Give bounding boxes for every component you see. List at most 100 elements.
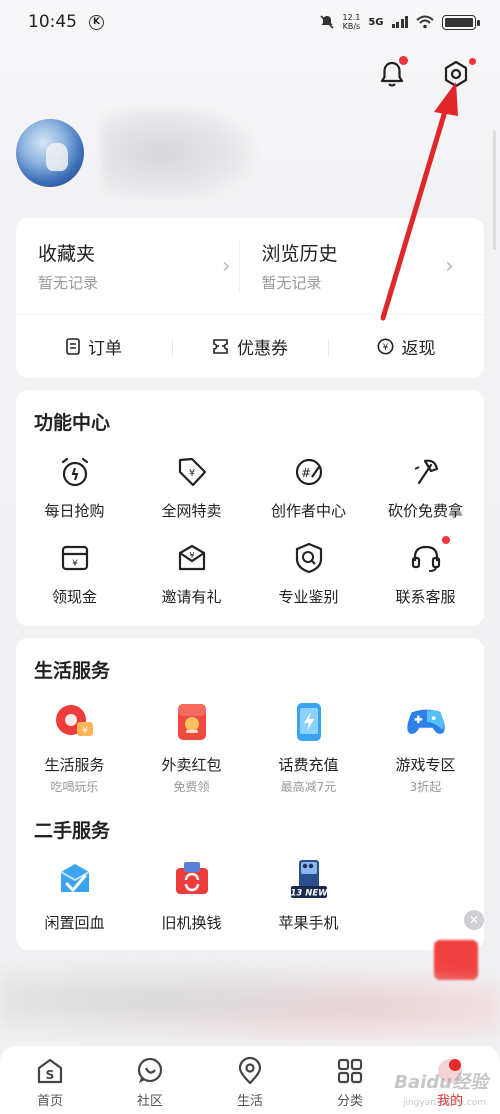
game-zone-button[interactable]: 游戏专区 3折起: [367, 700, 484, 795]
status-left: 10:45 K: [28, 12, 104, 32]
nav-home[interactable]: S 首页: [0, 1056, 100, 1114]
iphone-badge: 13 NEW: [290, 889, 328, 899]
favorites-card: 收藏夹 暂无记录 › 浏览历史 暂无记录 › 订单 优惠券 ¥ 返现: [16, 218, 484, 378]
scrollbar[interactable]: [493, 130, 496, 250]
watermark-sub: jingyan.baidu.com: [402, 1098, 486, 1108]
service-dot: [441, 536, 450, 544]
mute-icon: [319, 15, 334, 29]
status-bar: 10:45 K 12.1 KB/s 5G: [0, 0, 500, 44]
svg-text:¥: ¥: [382, 343, 388, 353]
community-icon: [137, 1057, 163, 1083]
nav-community[interactable]: 社区: [100, 1056, 200, 1114]
orders-label: 订单: [88, 339, 122, 359]
takeout-redpacket-icon: [170, 700, 214, 744]
order-icon: [66, 338, 80, 355]
notification-dot: [399, 56, 408, 65]
wifi-icon: [416, 15, 434, 29]
grid-sublabel: 吃喝玩乐: [50, 780, 99, 794]
bell-icon[interactable]: [376, 56, 408, 90]
life-services-card: 生活服务 ¥ 生活服务 吃喝玩乐 外卖红包 免费领 话费充值 最高减7元 游戏专…: [16, 638, 484, 950]
phone-recharge-icon: [287, 700, 331, 744]
bargain-free-button[interactable]: 砍价免费拿: [367, 454, 484, 521]
grid-label: 砍价免费拿: [387, 502, 463, 520]
trade-in-button[interactable]: 旧机换钱: [133, 858, 250, 933]
get-cash-button[interactable]: ¥ 领现金: [16, 540, 133, 607]
net-speed-unit: KB/s: [342, 22, 361, 31]
favorites-subtitle: 暂无记录: [38, 274, 99, 292]
grid-label: 生活服务: [44, 756, 105, 774]
grid-label: 每日抢购: [44, 502, 105, 520]
close-icon[interactable]: ✕: [464, 910, 484, 930]
function-row-1: 每日抢购 ¥ 全网特卖 # 创作者中心 砍价免费拿: [16, 454, 484, 521]
nav-life[interactable]: 生活: [200, 1056, 300, 1114]
nav-category[interactable]: 分类: [300, 1056, 400, 1114]
avatar[interactable]: [16, 119, 84, 187]
history-subtitle: 暂无记录: [261, 274, 322, 292]
cashback-icon: ¥: [377, 338, 393, 355]
profile-header[interactable]: [16, 108, 252, 198]
function-center-title: 功能中心: [34, 412, 111, 434]
daily-flash-sale-button[interactable]: 每日抢购: [16, 454, 133, 521]
svg-text:S: S: [46, 1068, 55, 1082]
cashback-button[interactable]: ¥ 返现: [328, 334, 484, 359]
svg-text:¥: ¥: [82, 726, 88, 736]
network-special-sale-button[interactable]: ¥ 全网特卖: [133, 454, 250, 521]
grid-sublabel: 免费领: [173, 780, 210, 794]
life-service-button[interactable]: ¥ 生活服务 吃喝玩乐: [16, 700, 133, 795]
creator-center-button[interactable]: # 创作者中心: [250, 454, 367, 521]
iphone-icon: 13 NEW: [287, 858, 331, 902]
idle-recycle-icon: [53, 858, 97, 902]
nav-label: 社区: [136, 1094, 163, 1109]
header-actions: [376, 56, 476, 90]
grid-label: 苹果手机: [278, 914, 339, 932]
grid-sublabel: 3折起: [409, 780, 442, 794]
grid-label: 邀请有礼: [161, 588, 222, 606]
quick-actions: 订单 优惠券 ¥ 返现: [16, 314, 484, 378]
customer-service-button[interactable]: 联系客服: [367, 536, 484, 607]
history-entry[interactable]: 浏览历史 暂无记录 ›: [238, 239, 463, 293]
grid-label: 创作者中心: [270, 502, 346, 520]
svg-text:¥: ¥: [72, 559, 78, 569]
location-pin-icon: [238, 1056, 262, 1085]
takeout-redpacket-button[interactable]: 外卖红包 免费领: [133, 700, 250, 795]
grid-label: 闲置回血: [44, 914, 105, 932]
orders-button[interactable]: 订单: [16, 334, 172, 359]
grid-label: 领现金: [51, 588, 97, 606]
gamepad-icon: [404, 700, 448, 744]
gift-envelope-icon: ¥: [174, 540, 210, 576]
battery-icon: [442, 14, 480, 30]
settings-dot: [469, 58, 476, 65]
life-service-icon: ¥: [53, 700, 97, 744]
nav-label: 分类: [336, 1094, 363, 1109]
username-blurred: [102, 108, 252, 198]
settings-hex-icon[interactable]: [440, 58, 476, 90]
search-shield-icon: [291, 540, 327, 576]
favorites-row: 收藏夹 暂无记录 › 浏览历史 暂无记录 ›: [16, 218, 484, 314]
svg-text:¥: ¥: [189, 551, 194, 560]
second-hand-title: 二手服务: [34, 820, 111, 842]
grid-label: 游戏专区: [395, 756, 456, 774]
invite-gift-button[interactable]: ¥ 邀请有礼: [133, 540, 250, 607]
watermark-text: Baidu经验: [394, 1072, 488, 1093]
professional-appraisal-button[interactable]: 专业鉴别: [250, 540, 367, 607]
second-hand-row: 闲置回血 旧机换钱 13 NEW 苹果手机: [16, 858, 484, 933]
function-center-card: 功能中心 每日抢购 ¥ 全网特卖 # 创作者中心 砍价免费拿 ¥ 领现金 ¥ 邀…: [16, 390, 484, 626]
svg-text:#: #: [300, 466, 310, 480]
chevron-right-icon: ›: [445, 253, 454, 279]
feed-preview-blurred: [0, 960, 500, 1040]
creator-icon: #: [291, 454, 327, 490]
phone-recharge-button[interactable]: 话费充值 最高减7元: [250, 700, 367, 795]
coupons-button[interactable]: 优惠券: [172, 334, 328, 359]
life-services-title: 生活服务: [34, 660, 111, 682]
net-speed: 12.1 KB/s: [343, 13, 361, 31]
coupon-icon: [213, 339, 228, 354]
status-time: 10:45: [28, 12, 77, 32]
alarm-clock-icon: [57, 454, 93, 490]
iphone-button[interactable]: 13 NEW 苹果手机: [250, 858, 367, 933]
status-right: 12.1 KB/s 5G: [319, 13, 480, 31]
grid-label: 联系客服: [395, 588, 456, 606]
idle-recycle-button[interactable]: 闲置回血: [16, 858, 133, 933]
favorites-entry[interactable]: 收藏夹 暂无记录 ›: [38, 239, 239, 293]
grid-label: 外卖红包: [161, 756, 222, 774]
life-services-row: ¥ 生活服务 吃喝玩乐 外卖红包 免费领 话费充值 最高减7元 游戏专区 3折起: [16, 700, 484, 795]
